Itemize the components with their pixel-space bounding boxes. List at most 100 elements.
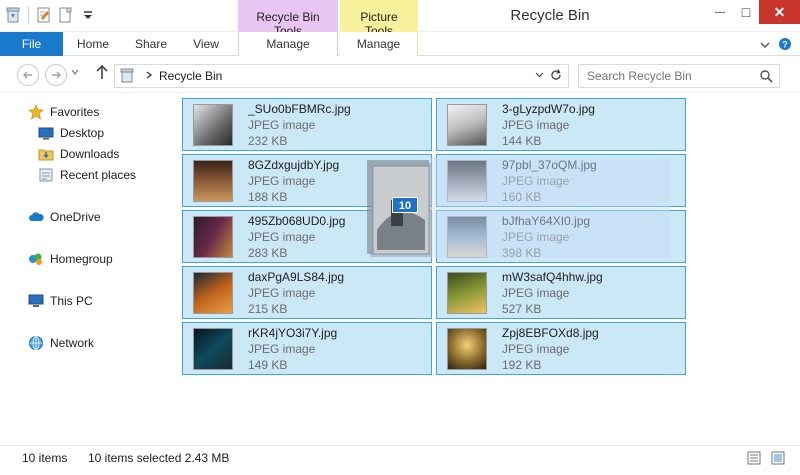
minimize-button[interactable]: — (707, 0, 733, 24)
nav-recent-places-label: Recent places (60, 168, 137, 182)
file-name: Zpj8EBFOXd8.jpg (502, 325, 599, 340)
file-type: JPEG image (248, 341, 316, 356)
file-size: 527 KB (502, 301, 542, 316)
nav-desktop[interactable]: Desktop (38, 123, 104, 143)
file-size: 192 KB (502, 357, 542, 372)
nav-network[interactable]: Network (28, 333, 94, 353)
tab-view[interactable]: View (182, 32, 230, 56)
expand-ribbon-icon[interactable] (760, 39, 770, 53)
thumbnail (447, 103, 487, 146)
file-item[interactable]: 3-gLyzpdW7o.jpg JPEG image 144 KB (436, 98, 686, 151)
nav-downloads-label: Downloads (60, 147, 120, 161)
selection-info: 10 items selected 2.43 MB (88, 451, 230, 465)
tab-manage-picture[interactable]: Manage (340, 32, 418, 56)
file-item[interactable]: Zpj8EBFOXd8.jpg JPEG image 192 KB (436, 322, 686, 375)
file-size: 215 KB (248, 301, 288, 316)
maximize-icon: □ (741, 4, 751, 20)
customize-dropdown-icon[interactable] (79, 6, 97, 24)
file-type: JPEG image (248, 117, 316, 132)
file-item[interactable]: _SUo0bFBMRc.jpg JPEG image 232 KB (182, 98, 432, 151)
title-bar: Recycle Bin Tools Picture Tools Recycle … (0, 0, 800, 38)
maximize-button[interactable]: □ (733, 0, 759, 24)
nav-recent-places[interactable]: Recent places (38, 165, 136, 185)
star-icon (28, 104, 44, 120)
help-icon[interactable]: ? (778, 37, 792, 54)
recycle-bin-tools-header: Recycle Bin Tools (238, 0, 338, 38)
qat-separator (28, 6, 29, 24)
quick-access-toolbar (4, 6, 97, 24)
file-type: JPEG image (248, 229, 316, 244)
file-type: JPEG image (502, 117, 570, 132)
refresh-button[interactable] (549, 68, 563, 85)
search-box[interactable] (578, 64, 780, 88)
thumbnail (447, 327, 487, 370)
nav-homegroup[interactable]: Homegroup (28, 249, 113, 269)
file-type: JPEG image (502, 285, 570, 300)
file-type: JPEG image (502, 341, 570, 356)
tab-home[interactable]: Home (66, 32, 120, 56)
address-history-dropdown[interactable] (535, 70, 544, 81)
arrow-right-icon (52, 71, 61, 79)
file-size: 144 KB (502, 133, 542, 148)
recycle-bin-icon[interactable] (4, 6, 22, 24)
recent-locations-button[interactable] (71, 68, 79, 78)
thumbnail (447, 271, 487, 314)
file-item[interactable]: daxPgA9LS84.jpg JPEG image 215 KB (182, 266, 432, 319)
downloads-folder-icon (38, 146, 54, 162)
file-item[interactable]: mW3safQ4hhw.jpg JPEG image 527 KB (436, 266, 686, 319)
thumbnail (193, 271, 233, 314)
file-size: 283 KB (248, 245, 288, 260)
address-location[interactable]: Recycle Bin (159, 69, 222, 83)
large-icons-view-button[interactable] (768, 448, 788, 468)
item-count: 10 items (22, 451, 68, 465)
cloud-icon (28, 209, 44, 225)
properties-icon[interactable] (35, 6, 53, 24)
search-input[interactable] (579, 69, 754, 83)
homegroup-icon (28, 251, 44, 267)
file-name: mW3safQ4hhw.jpg (502, 269, 603, 284)
details-view-button[interactable] (744, 448, 764, 468)
file-item[interactable]: rKR4jYO3i7Y.jpg JPEG image 149 KB (182, 322, 432, 375)
tab-manage-recycle-bin[interactable]: Manage (238, 32, 338, 56)
arrow-up-icon (96, 64, 108, 79)
nav-favorites-label: Favorites (50, 105, 100, 119)
file-name: rKR4jYO3i7Y.jpg (248, 325, 338, 340)
recycle-bin-icon (119, 67, 137, 85)
network-icon (28, 335, 44, 351)
picture-tools-header: Picture Tools (340, 0, 418, 38)
file-list: _SUo0bFBMRc.jpg JPEG image 232 KB 3-gLyz… (170, 93, 800, 443)
back-button[interactable] (17, 64, 39, 86)
nav-this-pc-label: This PC (50, 294, 93, 308)
address-box[interactable]: Recycle Bin (114, 64, 569, 88)
details-view-icon (747, 451, 761, 465)
refresh-icon (551, 69, 561, 80)
file-size: 188 KB (248, 189, 288, 204)
up-button[interactable] (95, 64, 109, 84)
file-name: 495Zb068UD0.jpg (248, 213, 346, 228)
tab-file[interactable]: File (0, 32, 63, 56)
nav-onedrive[interactable]: OneDrive (28, 207, 101, 227)
tab-share[interactable]: Share (124, 32, 178, 56)
nav-this-pc[interactable]: This PC (28, 291, 93, 311)
close-button[interactable]: ✕ (759, 0, 800, 24)
address-bar-row: Recycle Bin (0, 56, 800, 93)
ribbon-tabs: File Home Share View Manage Manage ? (0, 32, 800, 56)
nav-downloads[interactable]: Downloads (38, 144, 119, 164)
nav-onedrive-label: OneDrive (50, 210, 101, 224)
recent-places-icon (38, 167, 54, 183)
computer-icon (28, 293, 44, 309)
forward-button[interactable] (45, 64, 67, 86)
chevron-right-icon[interactable] (145, 71, 153, 81)
new-folder-icon[interactable] (57, 6, 75, 24)
nav-favorites[interactable]: Favorites (10, 102, 160, 122)
nav-network-label: Network (50, 336, 95, 350)
close-icon: ✕ (773, 3, 786, 20)
search-icon[interactable] (759, 69, 773, 86)
drop-target-highlight (430, 158, 670, 258)
view-switcher (744, 448, 788, 468)
file-type: JPEG image (248, 285, 316, 300)
svg-text:?: ? (782, 40, 788, 50)
window-title: Recycle Bin (510, 7, 590, 24)
minimize-icon: — (715, 6, 725, 18)
chevron-down-icon (535, 72, 544, 78)
